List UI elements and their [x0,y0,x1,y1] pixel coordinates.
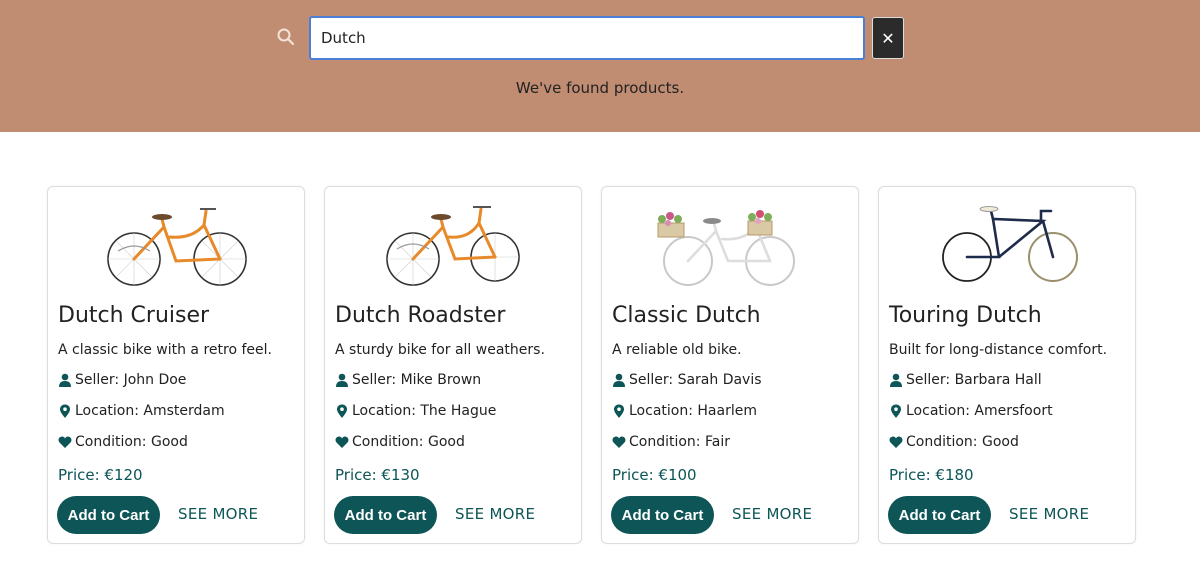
product-card: Touring Dutch Built for long-distance co… [878,186,1136,544]
see-more-link[interactable]: SEE MORE [1009,505,1089,523]
location-row: Location: Amsterdam [58,403,225,419]
product-image [657,210,795,286]
product-description: A reliable old bike. [612,342,742,358]
search-result-message: We've found products. [515,79,685,97]
location-text: Location: Haarlem [629,403,757,419]
user-icon [889,373,903,387]
condition-text: Condition: Good [75,434,188,450]
location-row: Location: Amersfoort [889,403,1053,419]
product-description: A classic bike with a retro feel. [58,342,272,358]
add-to-cart-button[interactable]: Add to Cart [334,496,437,534]
product-grid: Dutch Cruiser A classic bike with a retr… [47,186,1137,544]
add-to-cart-button[interactable]: Add to Cart [57,496,160,534]
product-title: Touring Dutch [889,303,1042,328]
condition-row: Condition: Good [335,434,465,450]
heart-icon [58,435,72,449]
product-card: Dutch Roadster A sturdy bike for all wea… [324,186,582,544]
seller-text: Seller: Sarah Davis [629,372,762,388]
see-more-link[interactable]: SEE MORE [732,505,812,523]
product-price: Price: €180 [889,466,974,484]
user-icon [58,373,72,387]
product-card: Dutch Cruiser A classic bike with a retr… [47,186,305,544]
seller-row: Seller: John Doe [58,372,186,388]
product-title: Dutch Roadster [335,303,506,328]
location-row: Location: The Hague [335,403,496,419]
product-title: Classic Dutch [612,303,761,328]
condition-text: Condition: Good [906,434,1019,450]
heart-icon [612,435,626,449]
condition-text: Condition: Fair [629,434,730,450]
seller-text: Seller: John Doe [75,372,187,388]
condition-row: Condition: Fair [612,434,730,450]
location-text: Location: The Hague [352,403,497,419]
close-icon: ✕ [881,28,895,48]
seller-row: Seller: Mike Brown [335,372,481,388]
seller-text: Seller: Mike Brown [352,372,482,388]
product-image [107,208,247,286]
see-more-link[interactable]: SEE MORE [455,505,535,523]
see-more-link[interactable]: SEE MORE [178,505,258,523]
add-to-cart-button[interactable]: Add to Cart [888,496,991,534]
heart-icon [889,435,903,449]
product-price: Price: €130 [335,466,420,484]
seller-row: Seller: Barbara Hall [889,372,1042,388]
condition-text: Condition: Good [352,434,465,450]
seller-text: Seller: Barbara Hall [906,372,1042,388]
product-description: A sturdy bike for all weathers. [335,342,545,358]
search-header: ✕ We've found products. [0,0,1200,132]
location-text: Location: Amersfoort [906,403,1053,419]
product-image [942,206,1078,282]
seller-row: Seller: Sarah Davis [612,372,762,388]
condition-row: Condition: Good [58,434,188,450]
product-title: Dutch Cruiser [58,303,210,328]
user-icon [335,373,349,387]
map-pin-icon [889,404,903,418]
location-row: Location: Haarlem [612,403,757,419]
map-pin-icon [58,404,72,418]
product-card: Classic Dutch A reliable old bike. Selle… [601,186,859,544]
product-image [386,206,520,286]
search-input[interactable] [309,16,865,60]
map-pin-icon [335,404,349,418]
product-price: Price: €120 [58,466,143,484]
user-icon [612,373,626,387]
condition-row: Condition: Good [889,434,1019,450]
heart-icon [335,435,349,449]
product-price: Price: €100 [612,466,697,484]
search-icon [277,28,295,46]
clear-search-button[interactable]: ✕ [872,17,904,59]
product-description: Built for long-distance comfort. [889,342,1108,358]
add-to-cart-button[interactable]: Add to Cart [611,496,714,534]
map-pin-icon [612,404,626,418]
location-text: Location: Amsterdam [75,403,225,419]
